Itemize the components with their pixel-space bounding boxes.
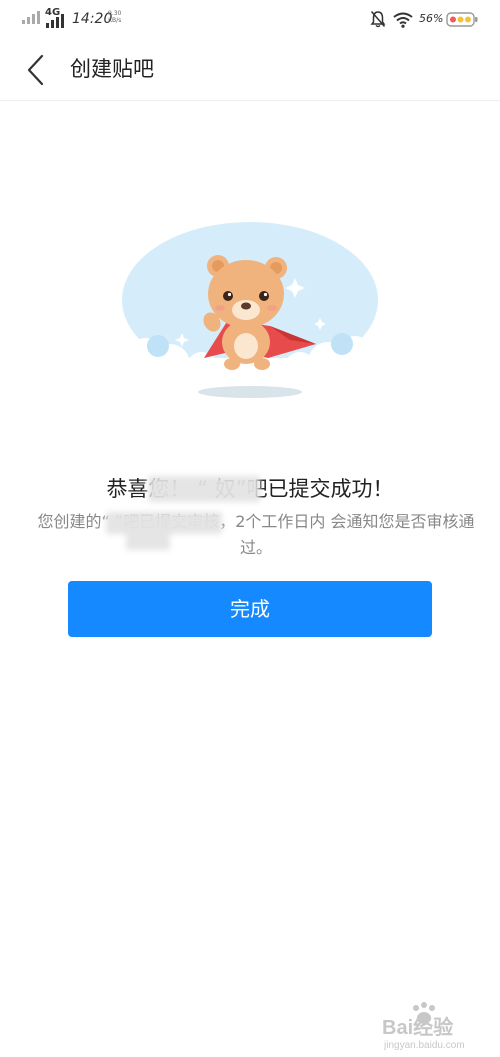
- privacy-blur: [148, 476, 260, 502]
- baidu-jingyan-watermark: Bai经验 jingyan.baidu.com: [382, 1002, 465, 1051]
- net-speed-unit: KB/s: [108, 17, 122, 24]
- status-time: 14:20: [72, 11, 113, 27]
- status-bar: 4G 14:20 9.30 KB/s 56%: [0, 0, 500, 40]
- bell-off-icon: [370, 11, 386, 28]
- watermark-brand: Bai经验: [382, 1015, 453, 1039]
- battery-percent: 56%: [419, 12, 444, 25]
- bear-illustration: [122, 222, 378, 398]
- watermark-url: jingyan.baidu.com: [383, 1040, 465, 1051]
- page-title: 创建贴吧: [70, 57, 154, 81]
- privacy-blur: [126, 528, 170, 550]
- back-arrow-icon[interactable]: [20, 52, 54, 88]
- net-speed: 9.30 KB/s: [108, 10, 121, 24]
- success-description: 您创建的“ ”吧已提交审核，2个工作日内 会通知您是否审核通过。: [37, 512, 475, 557]
- wifi-icon: [393, 12, 413, 28]
- app-screen: 4G 14:20 9.30 KB/s 56% 创建贴吧 奴”吧已提交成功！ 您创…: [0, 0, 500, 1057]
- done-button[interactable]: 完成: [68, 581, 432, 637]
- net-speed-value: 9.30: [108, 10, 122, 17]
- battery-icon: [446, 12, 478, 27]
- signal-strength-icon: [22, 11, 40, 24]
- header-bar: 创建贴吧: [0, 40, 500, 101]
- signal-strength-icon-2: [46, 14, 64, 28]
